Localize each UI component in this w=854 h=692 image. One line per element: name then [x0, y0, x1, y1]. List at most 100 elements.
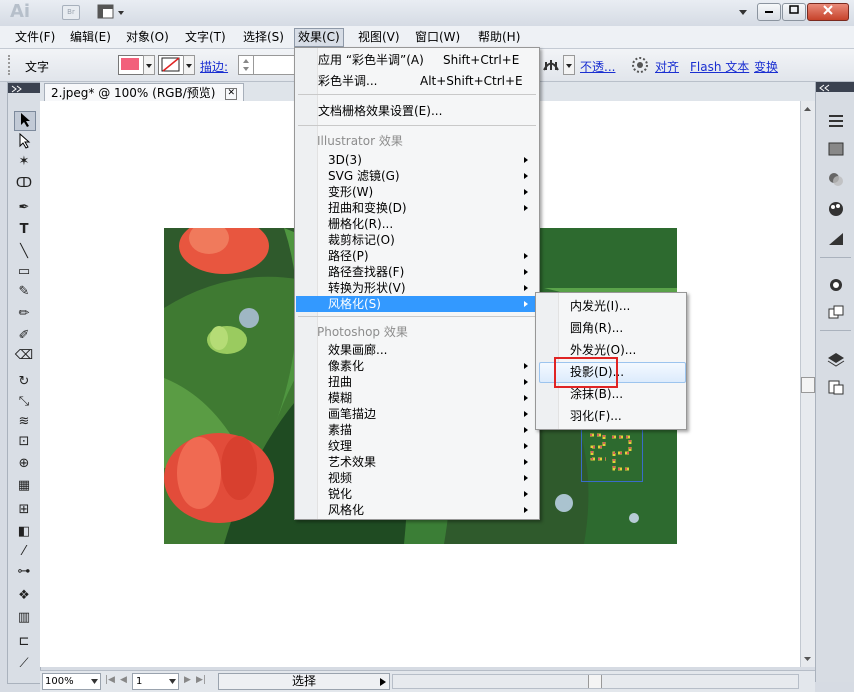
artboards-panel-icon[interactable]: [826, 304, 846, 322]
menu-view[interactable]: 视图(V): [355, 29, 403, 46]
illustrator-warp-item[interactable]: 变形(W): [296, 184, 538, 200]
eraser-tool-icon[interactable]: ⌫: [14, 347, 34, 365]
zoom-select[interactable]: 100%: [42, 673, 101, 690]
scribble-item[interactable]: 涂抹(B)...: [537, 386, 685, 402]
close-button[interactable]: [807, 3, 849, 21]
fill-dropdown[interactable]: [143, 55, 155, 75]
line-tool-icon[interactable]: ╲: [14, 243, 34, 261]
gradient-tool-icon[interactable]: ◧: [14, 523, 34, 541]
selection-tool-icon[interactable]: [14, 111, 36, 131]
artboard-tool-icon[interactable]: ⊏: [14, 633, 34, 651]
pen-tool-icon[interactable]: ✒: [14, 199, 34, 217]
ps-texture-item[interactable]: 纹理: [296, 438, 538, 454]
illustrator-rasterize-item[interactable]: 栅格化(R)...: [296, 216, 538, 232]
inner-glow-item[interactable]: 内发光(I)...: [537, 298, 685, 314]
magic-wand-tool-icon[interactable]: ✶: [14, 153, 34, 171]
menu-window[interactable]: 窗口(W): [412, 29, 463, 46]
gradient-panel-icon[interactable]: [826, 140, 846, 158]
horizontal-scroll-thumb[interactable]: [588, 675, 602, 688]
stroke-swatch[interactable]: [158, 55, 184, 75]
right-panel-header[interactable]: [816, 82, 854, 92]
menu-select[interactable]: 选择(S): [240, 29, 287, 46]
document-tab[interactable]: 2.jpeg* @ 100% (RGB/预览) ✕: [44, 83, 245, 102]
scroll-up-icon[interactable]: [802, 103, 813, 113]
current-tool-status[interactable]: 选择: [218, 673, 390, 690]
first-page-icon[interactable]: |◀: [105, 675, 115, 685]
last-page-icon[interactable]: ▶|: [196, 675, 206, 685]
rotate-tool-icon[interactable]: ↻: [14, 373, 34, 391]
transform-link[interactable]: 变换: [754, 58, 778, 75]
flash-text-link[interactable]: Flash 文本: [690, 58, 749, 75]
illustrator-crop-marks-item[interactable]: 裁剪标记(O): [296, 232, 538, 248]
transparency-panel-icon[interactable]: [826, 170, 846, 188]
stroke-panel-icon[interactable]: [826, 276, 846, 294]
rectangle-tool-icon[interactable]: ▭: [14, 263, 34, 281]
ps-artistic-item[interactable]: 艺术效果: [296, 454, 538, 470]
pencil-tool-icon[interactable]: ✏: [14, 305, 34, 323]
ps-sketch-item[interactable]: 素描: [296, 422, 538, 438]
selected-text-object[interactable]: [581, 428, 643, 482]
illustrator-path-item[interactable]: 路径(P): [296, 248, 538, 264]
mesh-tool-icon[interactable]: ⊞: [14, 501, 34, 519]
stroke-weight-field[interactable]: [253, 55, 295, 75]
fill-swatch[interactable]: [118, 55, 144, 75]
swatches-panel-icon[interactable]: [826, 200, 846, 218]
opacity-link[interactable]: 不透...: [580, 58, 615, 75]
perspective-grid-tool-icon[interactable]: ▦: [14, 477, 34, 495]
blend-tool-icon[interactable]: ⊶: [14, 563, 34, 581]
outer-glow-item[interactable]: 外发光(O)...: [537, 342, 685, 358]
workspace-dropdown-icon[interactable]: [738, 6, 748, 20]
bridge-button[interactable]: Br: [62, 5, 80, 20]
minimize-button[interactable]: [757, 3, 781, 21]
ps-pixelate-item[interactable]: 像素化: [296, 358, 538, 374]
grip-handle[interactable]: [8, 55, 13, 75]
tools-panel-header[interactable]: [8, 83, 40, 93]
style-dropdown[interactable]: [563, 55, 575, 75]
links-panel-icon[interactable]: [826, 378, 846, 396]
apply-halftone-item[interactable]: 应用 “彩色半调”(A) Shift+Ctrl+E: [296, 52, 538, 68]
illustrator-svg-filters-item[interactable]: SVG 滤镜(G): [296, 168, 538, 184]
menu-type[interactable]: 文字(T): [182, 29, 229, 46]
stroke-dropdown[interactable]: [183, 55, 195, 75]
menu-edit[interactable]: 编辑(E): [67, 29, 114, 46]
workspace-layout-button[interactable]: [97, 3, 127, 21]
menu-object[interactable]: 对象(O): [123, 29, 172, 46]
color-panel-icon[interactable]: [826, 112, 846, 130]
menu-help[interactable]: 帮助(H): [475, 29, 523, 46]
ps-video-item[interactable]: 视频: [296, 470, 538, 486]
menu-file[interactable]: 文件(F): [12, 29, 58, 46]
round-corners-item[interactable]: 圆角(R)...: [537, 320, 685, 336]
scale-tool-icon[interactable]: ⤡: [14, 393, 34, 411]
slice-tool-icon[interactable]: ⟋: [14, 655, 34, 673]
shape-builder-tool-icon[interactable]: ⊕: [14, 455, 34, 473]
color-halftone-item[interactable]: 彩色半调... Alt+Shift+Ctrl+E: [296, 73, 538, 89]
stroke-weight-stepper[interactable]: [238, 55, 254, 75]
eyedropper-tool-icon[interactable]: ⁄: [14, 543, 34, 561]
column-graph-tool-icon[interactable]: ▥: [14, 609, 34, 627]
illustrator-stylize-item[interactable]: 风格化(S): [296, 296, 538, 312]
free-transform-tool-icon[interactable]: ⊡: [14, 433, 34, 451]
scroll-down-icon[interactable]: [802, 653, 813, 663]
illustrator-distort-transform-item[interactable]: 扭曲和变换(D): [296, 200, 538, 216]
illustrator-pathfinder-item[interactable]: 路径查找器(F): [296, 264, 538, 280]
layers-panel-icon[interactable]: [826, 350, 846, 368]
brush-definition-icon[interactable]: [540, 54, 562, 74]
illustrator-3d-item[interactable]: 3D(3): [296, 152, 538, 168]
ps-brush-strokes-item[interactable]: 画笔描边: [296, 406, 538, 422]
lasso-tool-icon[interactable]: ↀ: [14, 175, 34, 193]
ps-stylize-item[interactable]: 风格化: [296, 502, 538, 518]
warp-tool-icon[interactable]: ≋: [14, 413, 34, 431]
ps-sharpen-item[interactable]: 锐化: [296, 486, 538, 502]
prev-page-icon[interactable]: ◀: [120, 675, 127, 685]
paintbrush-tool-icon[interactable]: ✎: [14, 283, 34, 301]
menu-effect[interactable]: 效果(C): [294, 28, 344, 47]
horizontal-scrollbar[interactable]: [392, 674, 799, 689]
ps-effect-gallery-item[interactable]: 效果画廊...: [296, 342, 538, 358]
raster-effects-settings-item[interactable]: 文档栅格效果设置(E)...: [296, 103, 538, 119]
ps-blur-item[interactable]: 模糊: [296, 390, 538, 406]
ps-distort-item[interactable]: 扭曲: [296, 374, 538, 390]
recolor-icon[interactable]: [630, 55, 650, 75]
stroke-link[interactable]: 描边:: [200, 58, 228, 75]
direct-selection-tool-icon[interactable]: [14, 132, 34, 151]
symbol-sprayer-tool-icon[interactable]: ❖: [14, 587, 34, 605]
